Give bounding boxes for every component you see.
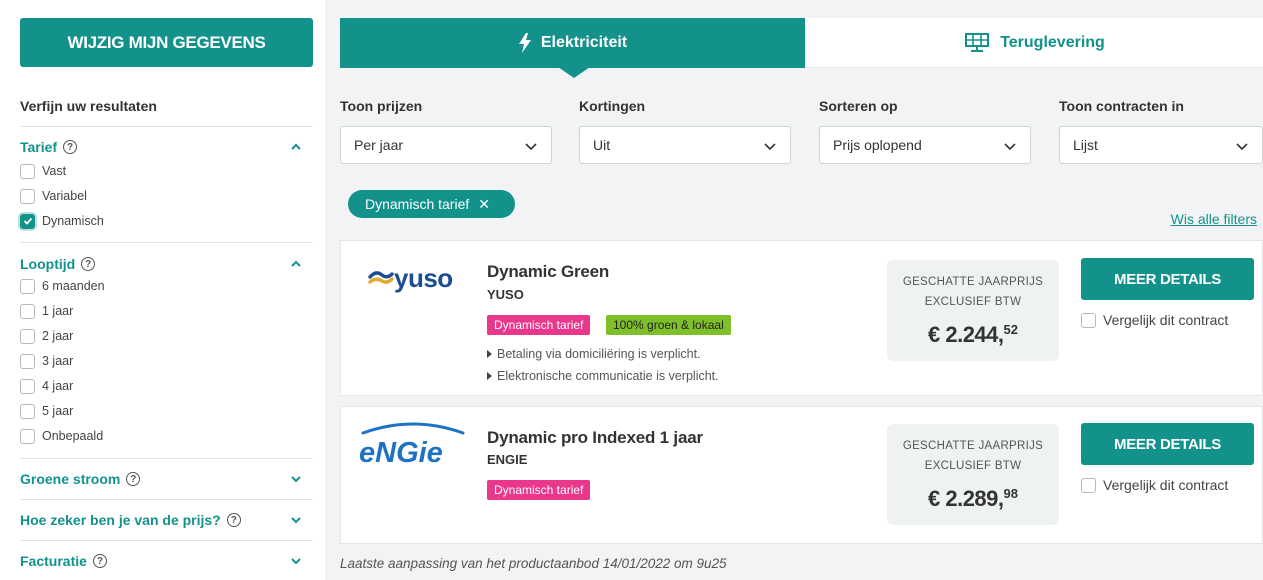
- provider-name: YUSO: [487, 287, 524, 302]
- provider-name: ENGIE: [487, 452, 528, 467]
- edit-details-button[interactable]: WIJZIG MIJN GEGEVENS: [20, 18, 313, 67]
- view-label: Toon contracten in: [1059, 98, 1184, 114]
- product-name: Dynamic pro Indexed 1 jaar: [487, 428, 703, 447]
- product-note: Betaling via domiciliëring is verplicht.: [487, 347, 701, 361]
- tab-teruglevering[interactable]: Teruglevering: [805, 18, 1263, 68]
- divider: [20, 126, 313, 127]
- price-box: GESCHATTE JAARPRIJS EXCLUSIEF BTW € 2.244…: [887, 260, 1059, 361]
- checkbox[interactable]: [20, 328, 35, 344]
- divider: [20, 458, 313, 459]
- badge-dynamic: Dynamisch tarief: [487, 480, 591, 500]
- tarief-option-vast[interactable]: Vast: [20, 162, 66, 180]
- clear-filters-link[interactable]: Wis alle filters: [1171, 211, 1257, 227]
- product-name: Dynamic Green: [487, 262, 610, 281]
- caret-right-icon: [487, 350, 492, 358]
- checkbox[interactable]: [20, 278, 35, 294]
- checkbox[interactable]: [1081, 477, 1096, 493]
- checkbox[interactable]: [20, 403, 35, 419]
- details-button[interactable]: MEER DETAILS: [1081, 423, 1254, 465]
- checkbox[interactable]: [20, 428, 35, 444]
- compare-checkbox[interactable]: Vergelijk dit contract: [1081, 312, 1228, 328]
- discounts-label: Kortingen: [579, 98, 646, 114]
- chevron-down-icon: [525, 143, 537, 151]
- looptijd-title: Looptijd: [20, 256, 76, 272]
- product-card: eNGie Dynamic pro Indexed 1 jaar ENGIE D…: [340, 406, 1263, 544]
- checkbox-checked[interactable]: [20, 213, 35, 229]
- details-button[interactable]: MEER DETAILS: [1081, 258, 1254, 300]
- compare-checkbox[interactable]: Vergelijk dit contract: [1081, 477, 1228, 493]
- looptijd-option[interactable]: 5 jaar: [20, 402, 73, 420]
- groene-stroom-section-header[interactable]: Groene stroom ?: [20, 469, 313, 489]
- check-icon: [23, 217, 32, 225]
- divider: [20, 540, 313, 541]
- badge-green: 100% groen & lokaal: [606, 315, 731, 335]
- prices-label: Toon prijzen: [340, 98, 423, 114]
- chevron-up-icon: [291, 260, 301, 267]
- tarief-title: Tarief: [20, 139, 58, 155]
- checkbox[interactable]: [20, 303, 35, 319]
- chevron-down-icon: [291, 476, 301, 483]
- product-card: yuso Dynamic Green YUSO Dynamisch tarief…: [340, 240, 1263, 396]
- refine-title: Verfijn uw resultaten: [20, 98, 157, 114]
- caret-right-icon: [487, 372, 492, 380]
- chevron-down-icon: [291, 558, 301, 565]
- active-filter-chip[interactable]: Dynamisch tarief ✕: [348, 190, 515, 218]
- checkbox[interactable]: [20, 163, 35, 179]
- tarief-option-variabel[interactable]: Variabel: [20, 187, 87, 205]
- looptijd-option[interactable]: 2 jaar: [20, 327, 73, 345]
- price-box: GESCHATTE JAARPRIJS EXCLUSIEF BTW € 2.289…: [887, 424, 1059, 525]
- chevron-down-icon: [1236, 143, 1248, 151]
- divider: [20, 242, 313, 243]
- product-note: Elektronische communicatie is verplicht.: [487, 369, 719, 383]
- lightning-icon: [518, 33, 531, 53]
- yuso-logo-icon: [368, 271, 394, 284]
- price-value: € 2.289,98: [928, 486, 1018, 511]
- chevron-down-icon: [764, 143, 776, 151]
- facturatie-section-header[interactable]: Facturatie ?: [20, 551, 313, 571]
- help-icon[interactable]: ?: [92, 554, 107, 568]
- checkbox[interactable]: [20, 378, 35, 394]
- looptijd-option[interactable]: 6 maanden: [20, 277, 105, 295]
- yuso-logo: yuso: [368, 263, 453, 293]
- filter-sidebar: WIJZIG MIJN GEGEVENS Verfijn uw resultat…: [0, 0, 325, 580]
- divider: [20, 499, 313, 500]
- price-value: € 2.244,52: [928, 322, 1018, 347]
- checkbox[interactable]: [1081, 312, 1096, 328]
- sort-label: Sorteren op: [819, 98, 898, 114]
- close-icon[interactable]: ✕: [478, 196, 490, 213]
- help-icon[interactable]: ?: [81, 257, 96, 271]
- checkbox[interactable]: [20, 353, 35, 369]
- tarief-option-dynamisch[interactable]: Dynamisch: [20, 212, 104, 230]
- solar-panel-icon: [965, 32, 990, 52]
- engie-logo-arc: [361, 422, 465, 435]
- prices-select[interactable]: Per jaar: [340, 126, 552, 164]
- last-update-note: Laatste aanpassing van het productaanbod…: [340, 556, 727, 571]
- looptijd-section-header[interactable]: Looptijd ?: [20, 254, 313, 274]
- chevron-down-icon: [291, 517, 301, 524]
- sort-select[interactable]: Prijs oplopend: [819, 126, 1031, 164]
- chevron-down-icon: [1004, 143, 1016, 151]
- tab-elektriciteit[interactable]: Elektriciteit: [340, 18, 805, 68]
- active-tab-indicator: [558, 67, 590, 78]
- help-icon[interactable]: ?: [226, 513, 241, 527]
- view-select[interactable]: Lijst: [1059, 126, 1263, 164]
- zekerheid-section-header[interactable]: Hoe zeker ben je van de prijs? ?: [20, 510, 313, 530]
- badge-dynamic: Dynamisch tarief: [487, 315, 591, 335]
- help-icon[interactable]: ?: [126, 472, 141, 486]
- discounts-select[interactable]: Uit: [579, 126, 791, 164]
- looptijd-option[interactable]: Onbepaald: [20, 427, 103, 445]
- checkbox[interactable]: [20, 188, 35, 204]
- looptijd-option[interactable]: 3 jaar: [20, 352, 73, 370]
- looptijd-option[interactable]: 1 jaar: [20, 302, 73, 320]
- looptijd-option[interactable]: 4 jaar: [20, 377, 73, 395]
- tarief-section-header[interactable]: Tarief ?: [20, 137, 313, 157]
- help-icon[interactable]: ?: [63, 140, 78, 154]
- chevron-up-icon: [291, 143, 301, 150]
